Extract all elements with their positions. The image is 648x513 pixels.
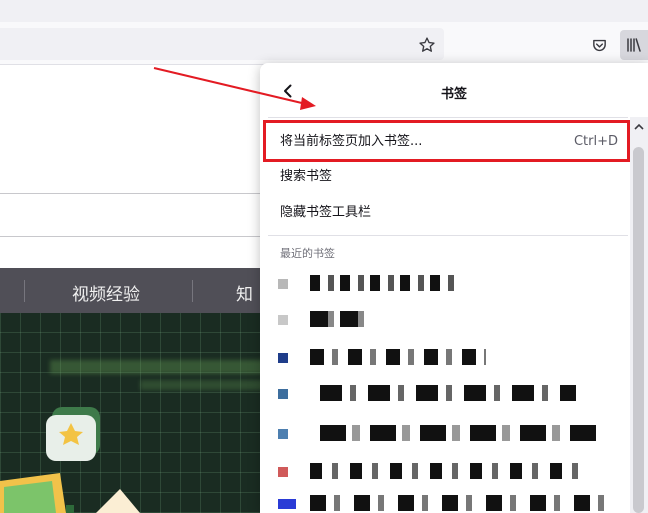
obscured-title xyxy=(320,385,576,401)
bookmarks-panel: 书签 将当前标签页加入书签... Ctrl+D 搜索书签 隐藏书签工具栏 最近的… xyxy=(260,63,648,513)
nav-separator xyxy=(192,280,193,302)
obscured-title xyxy=(310,349,486,365)
nav-item-video-experience[interactable]: 视频经验 xyxy=(72,280,140,305)
banner-glow xyxy=(140,380,270,390)
scroll-up-arrow-icon[interactable] xyxy=(633,121,645,133)
favicon-icon xyxy=(278,429,288,439)
recent-bookmark-item[interactable] xyxy=(274,421,624,447)
obscured-title xyxy=(310,463,590,479)
bookmark-star-button[interactable] xyxy=(414,33,440,57)
tab-strip xyxy=(0,0,648,22)
obscured-title xyxy=(310,311,364,327)
library-icon xyxy=(627,38,641,52)
recent-bookmark-item[interactable] xyxy=(274,381,624,407)
recent-bookmark-item[interactable] xyxy=(274,271,624,297)
favicon-icon xyxy=(278,389,288,399)
pocket-icon xyxy=(592,39,606,51)
menu-item-label: 搜索书签 xyxy=(280,169,333,184)
game-illustration xyxy=(0,407,140,513)
site-nav-bar: 视频经验 知 xyxy=(0,268,270,313)
panel-title: 书签 xyxy=(440,87,467,102)
obscured-title xyxy=(310,275,460,291)
url-bar[interactable] xyxy=(0,28,444,60)
scrollbar-thumb[interactable] xyxy=(633,147,644,513)
divider xyxy=(268,235,628,236)
recent-bookmark-item[interactable] xyxy=(274,491,624,513)
obscured-title xyxy=(320,425,596,441)
favicon-icon xyxy=(278,279,288,289)
favicon-icon xyxy=(278,467,288,477)
recent-bookmark-item[interactable] xyxy=(274,307,624,333)
favicon-icon xyxy=(278,499,296,509)
menu-item-label: 将当前标签页加入书签... xyxy=(280,134,423,149)
search-bookmarks-item[interactable]: 搜索书签 xyxy=(260,160,630,194)
star-outline-icon xyxy=(419,37,435,52)
recent-bookmark-item[interactable] xyxy=(274,459,624,485)
banner-glow xyxy=(50,360,270,374)
favicon-icon xyxy=(278,353,288,363)
favicon-icon xyxy=(278,315,288,325)
panel-header: 书签 xyxy=(260,63,648,117)
nav-item-knowledge[interactable]: 知 xyxy=(236,280,253,305)
recent-bookmarks-header: 最近的书签 xyxy=(280,247,335,260)
pocket-button[interactable] xyxy=(586,33,612,57)
banner-image xyxy=(0,313,270,513)
hide-bookmarks-toolbar-item[interactable]: 隐藏书签工具栏 xyxy=(260,196,630,230)
shortcut-label: Ctrl+D xyxy=(573,134,618,149)
library-button[interactable] xyxy=(620,30,648,60)
menu-item-label: 隐藏书签工具栏 xyxy=(280,205,372,220)
divider xyxy=(268,117,628,118)
obscured-title xyxy=(310,495,606,511)
nav-separator xyxy=(24,280,25,302)
bookmark-current-tab-item[interactable]: 将当前标签页加入书签... Ctrl+D xyxy=(260,125,630,159)
search-input[interactable] xyxy=(0,193,263,237)
recent-bookmark-item[interactable] xyxy=(274,345,624,371)
